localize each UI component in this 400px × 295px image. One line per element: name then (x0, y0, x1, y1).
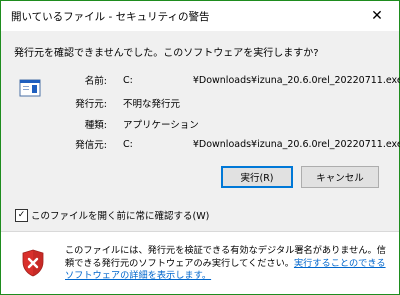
field-value-publisher: 不明な発行元 (123, 99, 181, 110)
field-value-name: C: ¥Downloads¥izuna_20.6.0rel_20220711.ex… (123, 73, 400, 86)
always-ask-label[interactable]: このファイルを開く前に常に確認する(W) (31, 208, 209, 222)
shield-error-icon (22, 249, 44, 277)
redacted-path (132, 137, 193, 147)
title-bar[interactable]: 開いているファイル - セキュリティの警告 ✕ (1, 1, 399, 31)
field-label-publisher: 発行元: (75, 99, 107, 110)
always-ask-checkbox-row[interactable]: ✓ このファイルを開く前に常に確認する(W) (15, 208, 209, 222)
field-value-type: アプリケーション (123, 120, 199, 131)
field-label-type: 種類: (84, 120, 107, 131)
field-label-origin: 発信元: (75, 140, 107, 151)
warning-message: このファイルには、発行元を検証できる有効なデジタル署名がありません。信頼できる発… (65, 245, 391, 283)
security-warning-window: 開いているファイル - セキュリティの警告 ✕ 発行元を確認できませんでした。こ… (0, 0, 400, 295)
redacted-path (132, 73, 193, 83)
close-icon: ✕ (371, 8, 383, 24)
field-value-name-drive: C: (123, 75, 133, 86)
window-title: 開いているファイル - セキュリティの警告 (11, 11, 210, 23)
run-button[interactable]: 実行(R) (221, 166, 293, 188)
field-value-origin: C: ¥Downloads¥izuna_20.6.0rel_20220711.ex… (123, 137, 400, 150)
field-row-publisher: 発行元: 不明な発行元 (65, 96, 180, 110)
cancel-button[interactable]: キャンセル (301, 166, 379, 188)
field-value-origin-path: ¥Downloads¥izuna_20.6.0rel_20220711.exe (192, 139, 400, 150)
question-text: 発行元を確認できませんでした。このソフトウェアを実行しますか? (14, 48, 319, 59)
field-row-name: 名前: C: ¥Downloads¥izuna_20.6.0rel_2022071… (65, 73, 400, 87)
field-label-name: 名前: (84, 76, 107, 87)
field-value-name-path: ¥Downloads¥izuna_20.6.0rel_20220711.exe (192, 75, 400, 86)
always-ask-checkbox[interactable]: ✓ (15, 208, 28, 222)
field-row-origin: 発信元: C: ¥Downloads¥izuna_20.6.0rel_202207… (65, 137, 400, 151)
close-button[interactable]: ✕ (355, 1, 399, 31)
application-file-icon (19, 79, 41, 97)
field-row-type: 種類: アプリケーション (65, 117, 199, 131)
field-value-origin-drive: C: (123, 139, 133, 150)
checkmark-icon: ✓ (17, 209, 26, 220)
